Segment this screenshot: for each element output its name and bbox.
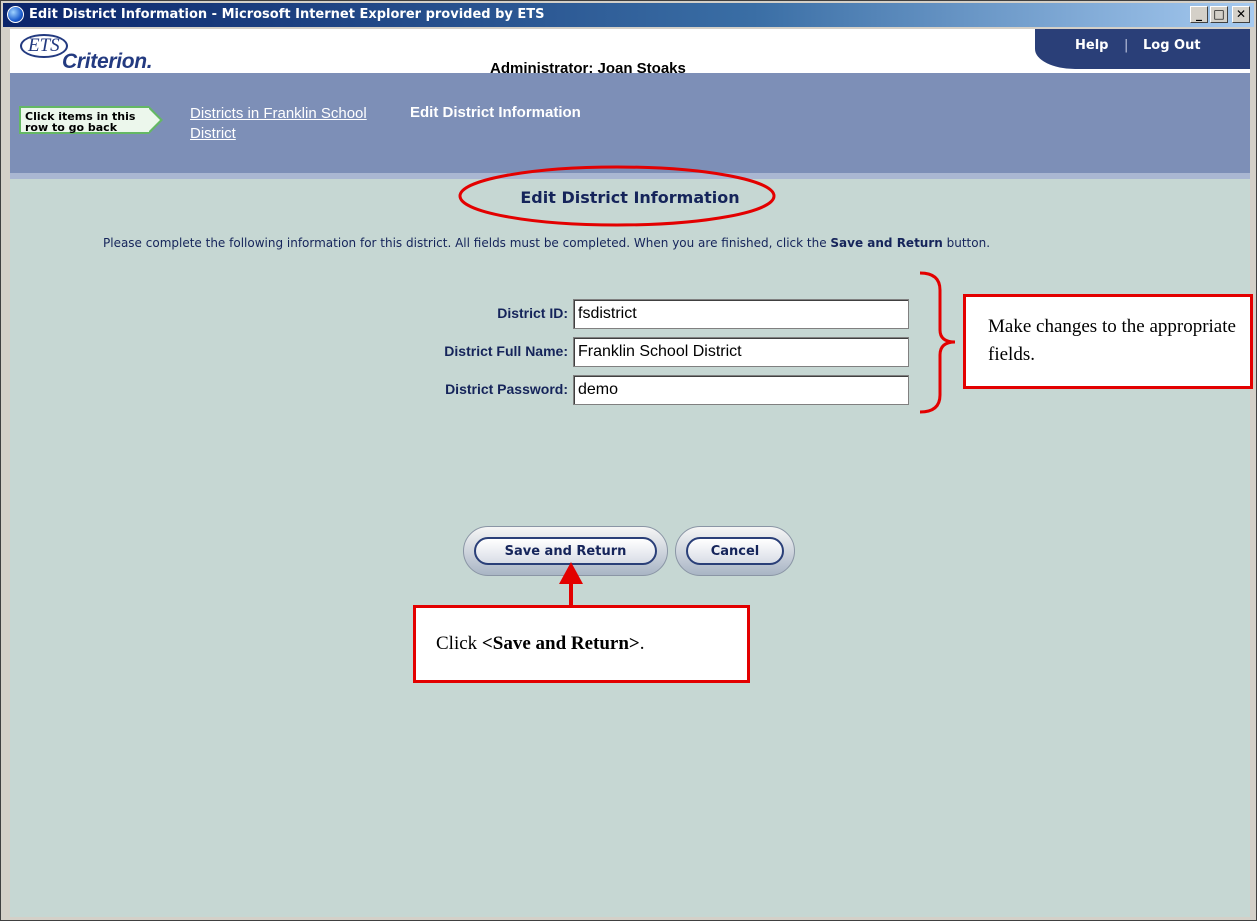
save-callout-period: . [639, 633, 645, 654]
hint-arrow-fill [148, 108, 160, 132]
save-callout-text: Click [436, 633, 482, 654]
district-id-field[interactable]: fsdistrict [573, 299, 909, 329]
fields-callout: Make changes to the appropriate fields. [963, 294, 1253, 389]
instructions-text-end: button. [942, 236, 991, 250]
minimize-button[interactable]: _ [1190, 6, 1208, 23]
internet-explorer-icon [7, 6, 24, 23]
top-nav: Help | Log Out [1035, 29, 1250, 69]
cancel-label: Cancel [686, 537, 784, 565]
nav-separator: | [1124, 38, 1129, 53]
breadcrumb-hint-text: Click items in this row to go back [25, 110, 136, 134]
close-button[interactable]: ✕ [1232, 6, 1250, 23]
district-id-label: District ID: [497, 305, 568, 321]
breadcrumb: Click items in this row to go back Distr… [10, 73, 1250, 179]
criterion-wordmark: Criterion. [62, 50, 153, 73]
district-id-row: District ID: [310, 297, 568, 331]
browser-window: Edit District Information - Microsoft In… [0, 0, 1257, 921]
save-callout-bold: <Save and Return> [481, 633, 640, 654]
page-content: ETS Criterion. Administrator: Joan Stoak… [10, 29, 1250, 917]
logout-link[interactable]: Log Out [1143, 38, 1201, 53]
district-full-name-label: District Full Name: [444, 343, 568, 359]
save-and-return-label: Save and Return [474, 537, 657, 565]
breadcrumb-hint: Click items in this row to go back [19, 106, 163, 134]
page-title: Edit District Information [520, 188, 740, 207]
instructions-button-name: Save and Return [830, 236, 943, 250]
window-title: Edit District Information - Microsoft In… [29, 7, 545, 22]
district-password-field[interactable]: demo [573, 375, 909, 405]
district-password-row: District Password: [310, 373, 568, 407]
ets-logo-mark: ETS [20, 34, 68, 58]
instructions-text: Please complete the following informatio… [103, 236, 831, 250]
cancel-button[interactable]: Cancel [675, 526, 795, 576]
title-bar[interactable]: Edit District Information - Microsoft In… [3, 3, 1254, 27]
district-password-label: District Password: [445, 381, 568, 397]
save-and-return-button[interactable]: Save and Return [463, 526, 668, 576]
instructions: Please complete the following informatio… [103, 236, 1213, 251]
save-callout: Click <Save and Return>. [413, 605, 750, 683]
maximize-button[interactable]: □ [1210, 6, 1228, 23]
breadcrumb-current: Edit District Information [410, 104, 581, 121]
district-full-name-field[interactable]: Franklin School District [573, 337, 909, 367]
district-full-name-row: District Full Name: [310, 335, 568, 369]
breadcrumb-link-districts[interactable]: Districts in Franklin School District [190, 104, 380, 144]
window-controls: _ □ ✕ [1190, 6, 1250, 23]
help-link[interactable]: Help [1075, 38, 1108, 53]
